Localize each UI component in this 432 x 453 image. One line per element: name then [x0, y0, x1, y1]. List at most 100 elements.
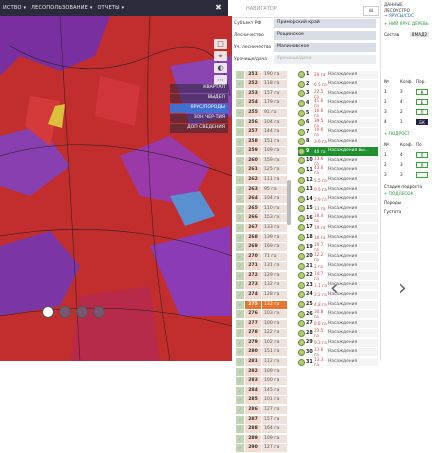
quarter-row[interactable]: ✓ 287 157 га: [232, 415, 287, 424]
vydel-row[interactable]: 15 13 га Насаждения: [298, 204, 378, 213]
quarter-row[interactable]: ✓ 258 151 га: [232, 137, 287, 146]
quarter-row[interactable]: ✓ 271 131 га: [232, 262, 287, 271]
quarter-checkbox[interactable]: ✓: [236, 329, 244, 338]
vydel-row[interactable]: 11 43.6 га Насаждения: [298, 165, 378, 175]
quarter-checkbox[interactable]: ✓: [236, 70, 244, 79]
table-row[interactable]: 33: [384, 170, 429, 180]
quarter-row[interactable]: ✓ 272 129 га: [232, 271, 287, 280]
vydel-row[interactable]: 17 19 га Насаждения: [298, 223, 378, 232]
vydel-row[interactable]: 10 13.6 га Насаждения: [298, 156, 378, 166]
vydel-row[interactable]: 14 2.9 га Насаждения: [298, 195, 378, 204]
layer-tier-species-button[interactable]: ЯРУС/ПОРОДЫ: [170, 104, 228, 113]
vydel-row[interactable]: 3 22.5 га Насаждения: [298, 89, 378, 99]
quarter-row[interactable]: ✓ 282 109 га: [232, 367, 287, 376]
quarter-checkbox[interactable]: ✓: [236, 444, 244, 453]
table-row[interactable]: 2 4 Е: [384, 97, 429, 107]
quarter-checkbox[interactable]: ✓: [236, 109, 244, 117]
quarter-checkbox[interactable]: ✓: [236, 405, 244, 414]
quarter-row[interactable]: ✓ 267 133 га: [232, 223, 287, 232]
table-row[interactable]: 4 1 БК: [384, 117, 429, 127]
quarter-row[interactable]: ✓ 279 102 га: [232, 338, 287, 347]
vydel-row[interactable]: 1 20 га Насаждения: [298, 70, 378, 79]
hamburger-menu-icon[interactable]: ≡: [363, 6, 379, 16]
quarter-list-scrollbar[interactable]: [287, 180, 291, 225]
vydel-row[interactable]: 12 5.5 га Насаждения: [298, 175, 378, 185]
quarter-checkbox[interactable]: ✓: [236, 262, 244, 271]
table-row[interactable]: 1 3 К: [384, 87, 429, 97]
vydel-row[interactable]: 26 30.8 га Насаждения: [298, 309, 378, 319]
quarter-checkbox[interactable]: ✓: [236, 195, 244, 204]
forestry-select[interactable]: Рощинское: [274, 31, 376, 40]
prev-arrow-icon[interactable]: ‹: [330, 276, 339, 301]
quarter-checkbox[interactable]: ✓: [236, 89, 244, 98]
quarter-checkbox[interactable]: ✓: [236, 377, 244, 386]
quarter-row[interactable]: ✓ 270 71 га: [232, 252, 287, 261]
quarter-checkbox[interactable]: ✓: [236, 214, 244, 223]
tract-select[interactable]: Урочище/дача: [274, 55, 376, 64]
quarter-checkbox[interactable]: ✓: [236, 80, 244, 89]
quarter-checkbox[interactable]: ✓: [236, 434, 244, 443]
underbrush-link[interactable]: + ПОДЛЕСОК: [384, 191, 429, 196]
quarter-checkbox[interactable]: ✓: [236, 271, 244, 280]
quarter-checkbox[interactable]: ✓: [236, 396, 244, 405]
quarter-checkbox[interactable]: ✓: [236, 338, 244, 347]
map-tool-contrast-icon[interactable]: ◐: [214, 63, 227, 73]
pager-dot-4[interactable]: [93, 306, 105, 318]
quarter-checkbox[interactable]: ✓: [236, 223, 244, 232]
quarter-checkbox[interactable]: ✓: [236, 147, 244, 156]
table-row[interactable]: 2 3 Л: [384, 160, 429, 170]
undergrowth-link[interactable]: + ПОДРОСТ: [384, 131, 429, 136]
quarter-row[interactable]: ✓ 289 109 га: [232, 434, 287, 443]
vydel-row[interactable]: 29 9.3 га Насаждения: [298, 338, 378, 347]
table-row[interactable]: 3 2 П: [384, 107, 429, 117]
quarter-row[interactable]: ✓ 274 128 га: [232, 290, 287, 299]
quarter-checkbox[interactable]: ✓: [236, 300, 244, 309]
quarter-checkbox[interactable]: ✓: [236, 281, 244, 290]
quarter-checkbox[interactable]: ✓: [236, 290, 244, 299]
forest-map[interactable]: □ ⌖ ◐ ⋯ КВАРТАЛ ВЫДЕЛ ЯРУС/ПОРОДЫ ЗОН ЧЕ…: [0, 16, 232, 361]
vydel-row[interactable]: 27 8.8 га Насаждения: [298, 319, 378, 328]
quarter-checkbox[interactable]: ✓: [236, 233, 244, 242]
quarter-checkbox[interactable]: ✓: [236, 176, 244, 185]
quarter-row[interactable]: ✓ 266 153 га: [232, 214, 287, 223]
vydel-row[interactable]: 21 2 га Насаждения: [298, 262, 378, 271]
vydel-row[interactable]: 16 18.4 га Насаждения: [298, 213, 378, 223]
vydel-row[interactable]: 8 3.6 га Насаждения: [298, 137, 378, 146]
quarter-row[interactable]: ✓ 285 101 га: [232, 396, 287, 405]
vydel-row[interactable]: 7 10.6 га Насаждения: [298, 127, 378, 137]
layer-extra-button[interactable]: ДОП СВЕДЕНИЯ: [170, 124, 228, 133]
vydel-row[interactable]: 30 13.6 га Насаждения: [298, 347, 378, 357]
quarter-row[interactable]: ✓ 278 122 га: [232, 329, 287, 338]
quarter-row[interactable]: ✓ 259 109 га: [232, 147, 287, 156]
pager-dot-2[interactable]: [59, 306, 71, 318]
vydel-row[interactable]: 18 10 га Насаждения: [298, 233, 378, 242]
next-arrow-icon[interactable]: ›: [398, 276, 407, 301]
quarter-row[interactable]: ✓ 262 111 га: [232, 175, 287, 185]
quarter-row[interactable]: ✓ 261 125 га: [232, 166, 287, 175]
vydel-row[interactable]: 31 13.3 га Насаждения: [298, 357, 378, 367]
vydel-row[interactable]: 28 23.5 га Насаждения: [298, 328, 378, 338]
menu-item-forest-use[interactable]: ЛЕСОПОЛЬЗОВАНИЕ ▾: [31, 5, 92, 11]
layer-vydel-button[interactable]: ВЫДЕЛ: [170, 94, 228, 103]
quarter-checkbox[interactable]: ✓: [236, 156, 244, 165]
map-tool-locate-icon[interactable]: ⌖: [214, 51, 227, 61]
quarter-checkbox[interactable]: ✓: [236, 319, 244, 328]
quarter-row[interactable]: ✓ 269 169 га: [232, 242, 287, 252]
quarter-row[interactable]: ✓ 256 104 га: [232, 118, 287, 127]
settings-icon[interactable]: ✖: [215, 3, 222, 12]
menu-item-reports[interactable]: ОТЧЕТЫ ▾: [98, 5, 125, 11]
quarter-checkbox[interactable]: ✓: [236, 252, 244, 261]
quarter-checkbox[interactable]: ✓: [236, 128, 244, 137]
quarter-row[interactable]: ✓ 260 159 га: [232, 156, 287, 165]
map-tool-layers-icon[interactable]: □: [214, 39, 227, 49]
quarter-row[interactable]: ✓ 284 145 га: [232, 386, 287, 395]
quarter-row[interactable]: ✓ 273 132 га: [232, 281, 287, 290]
pager-dot-1[interactable]: [42, 306, 54, 318]
quarter-checkbox[interactable]: ✓: [236, 185, 244, 194]
map-canvas[interactable]: [0, 16, 232, 361]
quarter-row[interactable]: ✓ 277 100 га: [232, 319, 287, 328]
vydel-row[interactable]: 6 39.5 га Насаждения: [298, 118, 378, 128]
quarter-row[interactable]: ✓ 255 91 га: [232, 108, 287, 117]
quarter-checkbox[interactable]: ✓: [236, 367, 244, 376]
quarter-checkbox[interactable]: ✓: [236, 137, 244, 146]
